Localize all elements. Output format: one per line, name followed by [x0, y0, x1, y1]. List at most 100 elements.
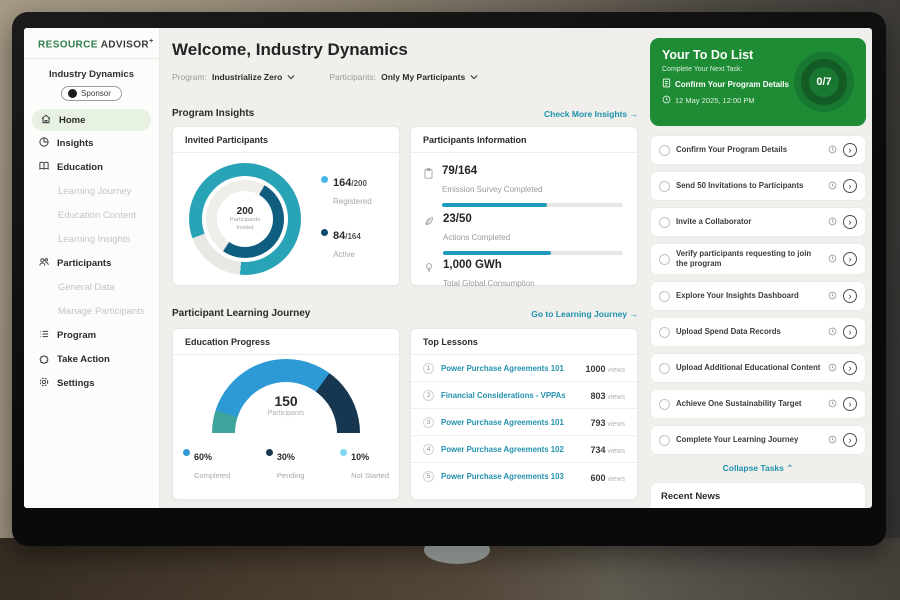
- task-checkbox[interactable]: [659, 291, 670, 302]
- clock-icon: [828, 359, 837, 377]
- legend-dot: [321, 176, 328, 183]
- sidebar-item-home[interactable]: Home: [32, 109, 151, 131]
- clock-icon: [828, 323, 837, 341]
- participants-filter[interactable]: Participants: Only My Participants: [329, 72, 478, 82]
- legend-item-not-started: 10%Not Started: [340, 447, 389, 483]
- program-filter[interactable]: Program: Industrialize Zero: [172, 72, 295, 82]
- task-item[interactable]: Complete Your Learning Journey ›: [650, 425, 866, 455]
- arrow-right-icon: →: [630, 309, 639, 319]
- clock-icon: [828, 213, 837, 231]
- top-lessons-card: Top Lessons 1 Power Purchase Agreements …: [410, 328, 638, 500]
- clock-icon: [828, 395, 837, 413]
- gauge-center-label: Participants: [212, 410, 360, 417]
- task-checkbox[interactable]: [659, 217, 670, 228]
- task-list: Confirm Your Program Details › Send 50 I…: [650, 135, 866, 455]
- task-item[interactable]: Upload Spend Data Records ›: [650, 317, 866, 347]
- chevron-right-icon[interactable]: ›: [843, 143, 857, 157]
- sponsor-icon: [68, 89, 77, 98]
- sidebar-item-manage-participants[interactable]: Manage Participants: [24, 299, 159, 323]
- insights-cards-row: Invited Participants 200 Participants In…: [172, 126, 638, 286]
- task-item[interactable]: Confirm Your Program Details ›: [650, 135, 866, 165]
- legend-dot: [321, 229, 328, 236]
- education-progress-card: Education Progress 150 Participants: [172, 328, 400, 500]
- sidebar-item-learning-journey[interactable]: Learning Journey: [24, 179, 159, 203]
- task-checkbox[interactable]: [659, 399, 670, 410]
- chevron-down-icon: [287, 73, 295, 82]
- lesson-row: 3 Power Purchase Agreements 101 793views: [411, 409, 637, 436]
- logo-sup: +: [149, 38, 154, 45]
- donut-legend: 164/200 Registered 84/164 Active: [321, 173, 372, 262]
- page-title: Welcome, Industry Dynamics: [172, 40, 408, 60]
- task-item[interactable]: Upload Additional Educational Content ›: [650, 353, 866, 383]
- lesson-link[interactable]: Power Purchase Agreements 101: [441, 364, 578, 373]
- sidebar-item-settings[interactable]: Settings: [24, 371, 159, 395]
- gauge-center: 150 Participants: [212, 393, 360, 417]
- learning-journey-header: Participant Learning Journey Go to Learn…: [172, 308, 638, 319]
- book-icon: [38, 160, 50, 175]
- chevron-right-icon[interactable]: ›: [843, 325, 857, 339]
- sidebar-item-participants[interactable]: Participants: [24, 251, 159, 275]
- task-checkbox[interactable]: [659, 363, 670, 374]
- task-item[interactable]: Verify participants requesting to join t…: [650, 243, 866, 275]
- task-checkbox[interactable]: [659, 181, 670, 192]
- sidebar-item-program[interactable]: Program: [24, 323, 159, 347]
- sidebar-item-learning-insights[interactable]: Learning Insights: [24, 227, 159, 251]
- pie-chart-icon: [38, 136, 50, 151]
- clock-icon: [828, 287, 837, 305]
- chevron-right-icon[interactable]: ›: [843, 215, 857, 229]
- lesson-link[interactable]: Power Purchase Agreements 101: [441, 418, 583, 427]
- chevron-right-icon[interactable]: ›: [843, 361, 857, 375]
- clock-icon: [828, 250, 837, 268]
- legend-item-registered: 164/200 Registered: [321, 173, 372, 209]
- participants-information-card: Participants Information 79/164 Emission…: [410, 126, 638, 286]
- section-title: Program Insights: [172, 108, 254, 119]
- task-item[interactable]: Send 50 Invitations to Participants ›: [650, 171, 866, 201]
- education-gauge-chart: 150 Participants: [212, 359, 360, 433]
- participants-filter-label: Participants:: [329, 72, 376, 82]
- arrow-right-icon: →: [630, 109, 639, 119]
- lesson-link[interactable]: Power Purchase Agreements 103: [441, 472, 583, 481]
- task-checkbox[interactable]: [659, 435, 670, 446]
- invited-participants-card: Invited Participants 200 Participants In…: [172, 126, 400, 286]
- sponsor-badge[interactable]: Sponsor: [61, 86, 122, 101]
- clock-icon: [662, 95, 671, 106]
- task-checkbox[interactable]: [659, 145, 670, 156]
- lesson-row: 2 Financial Considerations - VPPAs 803vi…: [411, 382, 637, 409]
- sidebar-item-label: Settings: [57, 378, 94, 389]
- sidebar-item-label: Manage Participants: [58, 306, 145, 317]
- check-more-insights-link[interactable]: Check More Insights →: [544, 109, 638, 119]
- task-checkbox[interactable]: [659, 327, 670, 338]
- sidebar-item-label: Home: [59, 115, 85, 126]
- sidebar-item-education-content[interactable]: Education Content: [24, 203, 159, 227]
- card-title: Invited Participants: [173, 127, 399, 153]
- rank-badge: 4: [423, 444, 434, 455]
- lightbulb-icon: [423, 255, 435, 291]
- lesson-link[interactable]: Financial Considerations - VPPAs: [441, 391, 583, 400]
- chevron-right-icon[interactable]: ›: [843, 252, 857, 266]
- gauge-legend: 60%Completed 30%Pending 10%Not Started: [183, 447, 389, 483]
- lesson-row: 5 Power Purchase Agreements 103 600views: [411, 463, 637, 490]
- legend-item-completed: 60%Completed: [183, 447, 230, 483]
- sidebar-item-education[interactable]: Education: [24, 155, 159, 179]
- go-to-learning-journey-link[interactable]: Go to Learning Journey →: [531, 309, 638, 319]
- sidebar-item-general-data[interactable]: General Data: [24, 275, 159, 299]
- chevron-right-icon[interactable]: ›: [843, 179, 857, 193]
- chevron-right-icon[interactable]: ›: [843, 433, 857, 447]
- sidebar-item-insights[interactable]: Insights: [24, 131, 159, 155]
- chevron-right-icon[interactable]: ›: [843, 289, 857, 303]
- sidebar-nav: Home Insights Education Learning Journey: [24, 109, 159, 395]
- sidebar-item-label: Learning Insights: [58, 234, 130, 245]
- task-item[interactable]: Invite a Collaborator ›: [650, 207, 866, 237]
- task-checkbox[interactable]: [659, 254, 670, 265]
- donut-gap: 200 Participants Invited: [202, 176, 288, 262]
- clock-icon: [828, 431, 837, 449]
- task-item[interactable]: Achieve One Sustainability Target ›: [650, 389, 866, 419]
- card-title: Top Lessons: [411, 329, 637, 355]
- task-item[interactable]: Explore Your Insights Dashboard ›: [650, 281, 866, 311]
- legend-item-pending: 30%Pending: [266, 447, 305, 483]
- sidebar-item-take-action[interactable]: Take Action: [24, 347, 159, 371]
- collapse-tasks-link[interactable]: Collapse Tasks ⌃: [650, 463, 866, 474]
- lesson-link[interactable]: Power Purchase Agreements 102: [441, 445, 583, 454]
- chevron-right-icon[interactable]: ›: [843, 397, 857, 411]
- clock-icon: [828, 177, 837, 195]
